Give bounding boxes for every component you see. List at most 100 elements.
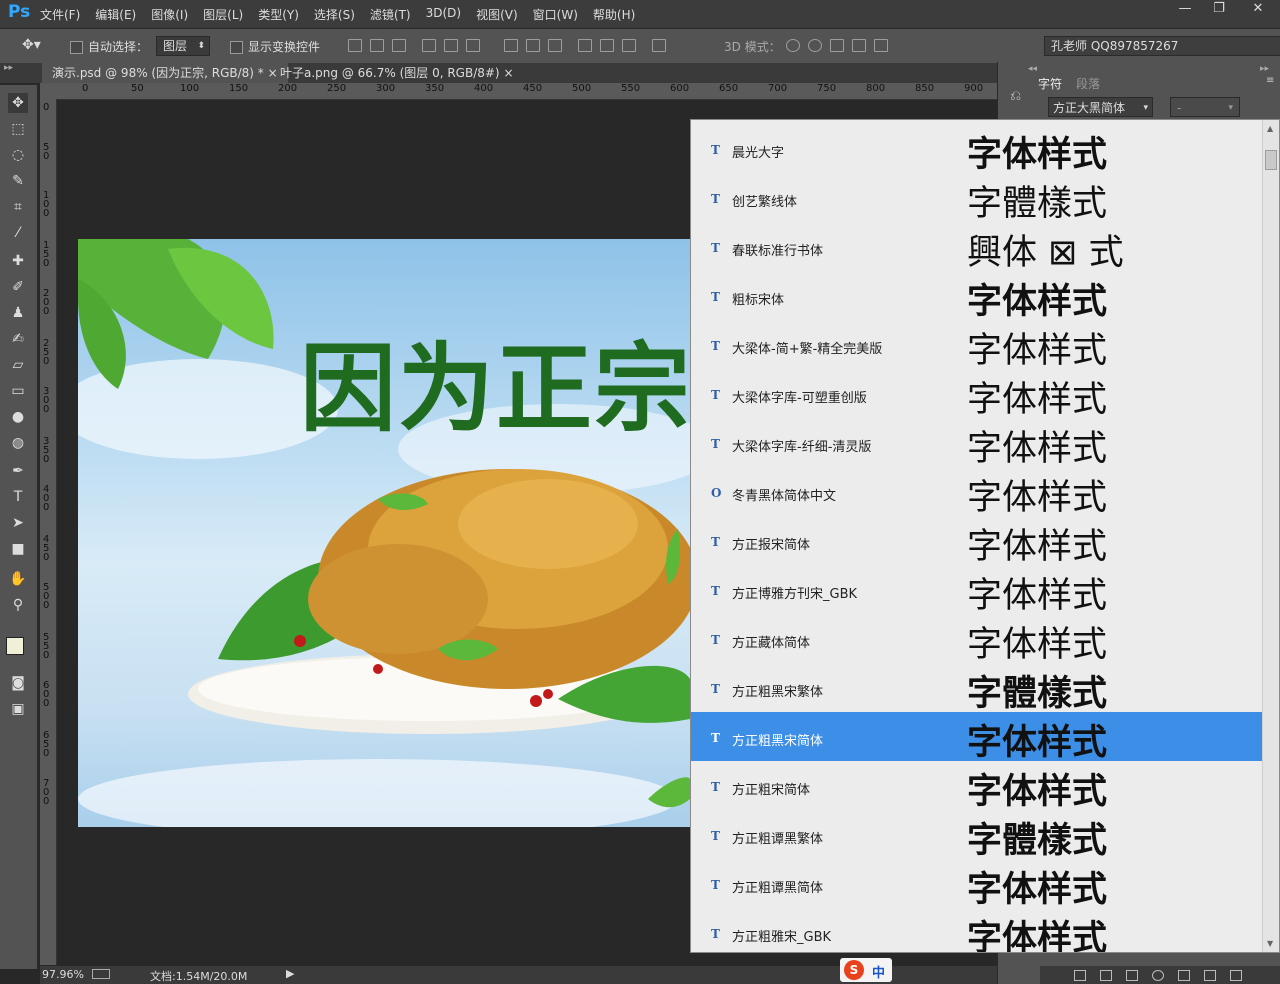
proof-icon[interactable] [92, 969, 110, 979]
restore-button[interactable]: ❐ [1202, 0, 1236, 20]
font-list-item[interactable]: T 方正博雅方刊宋_GBK 字体样式 [691, 565, 1262, 616]
align-right-icon[interactable] [466, 39, 480, 52]
move-tool-icon[interactable]: ✥ [8, 93, 28, 113]
eraser-tool-icon[interactable]: ▱ [8, 355, 28, 375]
foreground-color-swatch[interactable] [6, 637, 24, 655]
align-vcenter-icon[interactable] [370, 39, 384, 52]
font-list-item[interactable]: T 大梁体字库-纤细-清灵版 字体样式 [691, 418, 1262, 469]
crop-tool-icon[interactable]: ⌗ [8, 197, 28, 217]
path-select-tool-icon[interactable]: ➤ [8, 513, 28, 533]
align-bottom-icon[interactable] [392, 39, 406, 52]
minimize-button[interactable]: — [1168, 0, 1202, 20]
screen-mode-icon[interactable]: ▣ [8, 699, 28, 719]
panel-menu-icon[interactable]: ≡ [1266, 75, 1274, 86]
eyedropper-tool-icon[interactable]: ⁄ [8, 223, 28, 243]
menu-filter[interactable]: 滤镜(T) [370, 6, 411, 23]
scrollbar-thumb[interactable] [1265, 150, 1277, 170]
close-button[interactable]: ✕ [1236, 0, 1280, 20]
adjustment-layer-icon[interactable] [1152, 969, 1164, 981]
move-tool-preset-icon[interactable]: ✥▾ [22, 37, 41, 53]
align-top-icon[interactable] [348, 39, 362, 52]
3d-roll-icon[interactable] [808, 39, 822, 52]
font-list-item[interactable]: T 方正粗宋简体 字体样式 [691, 761, 1262, 812]
zoom-tool-icon[interactable]: ⚲ [8, 595, 28, 615]
distribute-right-icon[interactable] [622, 39, 636, 52]
tab-paragraph[interactable]: 段落 [1076, 75, 1100, 92]
tab-demo-psd[interactable]: 演示.psd @ 98% (因为正宗, RGB/8) * × [42, 63, 288, 83]
scroll-down-icon[interactable]: ▼ [1267, 939, 1273, 948]
collapse-panel-icon[interactable]: ◂◂ [1028, 64, 1037, 74]
menu-select[interactable]: 选择(S) [314, 6, 355, 23]
history-icon[interactable]: ⎌ [1010, 88, 1028, 106]
auto-select-checkbox[interactable]: 自动选择： [70, 38, 148, 55]
menu-help[interactable]: 帮助(H) [593, 6, 635, 23]
font-list-item[interactable]: T 方正粗黑宋简体 字体样式 [691, 712, 1262, 763]
collapse-toolbar-icon[interactable]: ▸▸ [0, 63, 42, 83]
font-list-scrollbar[interactable]: ▲ ▼ [1262, 120, 1279, 952]
new-layer-icon[interactable] [1204, 969, 1216, 981]
zoom-level[interactable]: 97.96% [42, 968, 84, 981]
new-group-icon[interactable] [1178, 969, 1190, 981]
quick-mask-icon[interactable]: ◙ [8, 673, 28, 693]
font-list-item[interactable]: T 方正报宋简体 字体样式 [691, 516, 1262, 567]
delete-layer-icon[interactable] [1230, 969, 1242, 981]
menu-3d[interactable]: 3D(D) [426, 6, 461, 23]
align-left-icon[interactable] [422, 39, 436, 52]
document-canvas[interactable]: 因为正宗 [78, 239, 690, 827]
marquee-tool-icon[interactable]: ⬚ [8, 119, 28, 139]
brush-tool-icon[interactable]: ✐ [8, 277, 28, 297]
font-list-item[interactable]: T 大梁体-简+繁-精全完美版 字体样式 [691, 320, 1262, 371]
font-list-item[interactable]: T 方正粗谭黑繁体 字體樣式 [691, 810, 1262, 861]
gradient-tool-icon[interactable]: ▭ [8, 381, 28, 401]
menu-type[interactable]: 类型(Y) [258, 6, 299, 23]
font-list-item[interactable]: T 粗标宋体 字体样式 [691, 271, 1262, 322]
link-layers-icon[interactable] [1074, 969, 1086, 981]
font-style-dropdown[interactable]: - ▾ [1170, 97, 1240, 117]
rectangle-tool-icon[interactable]: ■ [8, 539, 28, 559]
distribute-vcenter-icon[interactable] [526, 39, 540, 52]
ime-indicator[interactable]: S 中 [840, 958, 892, 982]
distribute-hcenter-icon[interactable] [600, 39, 614, 52]
add-mask-icon[interactable] [1126, 969, 1138, 981]
pen-tool-icon[interactable]: ✒ [8, 461, 28, 481]
tab-character[interactable]: 字符 [1038, 75, 1062, 92]
show-transform-checkbox[interactable]: 显示变换控件 [230, 38, 320, 55]
distribute-top-icon[interactable] [504, 39, 518, 52]
menu-file[interactable]: 文件(F) [40, 6, 80, 23]
3d-scale-icon[interactable] [874, 39, 888, 52]
3d-slide-icon[interactable] [852, 39, 866, 52]
font-list-item[interactable]: T 方正粗黑宋繁体 字體樣式 [691, 663, 1262, 714]
auto-select-dropdown[interactable]: 图层 ⬍ [156, 36, 210, 56]
scroll-up-icon[interactable]: ▲ [1267, 124, 1273, 133]
distribute-left-icon[interactable] [578, 39, 592, 52]
font-list-item[interactable]: T 方正粗谭黑简体 字体样式 [691, 859, 1262, 910]
blur-tool-icon[interactable]: ● [8, 407, 28, 427]
healing-brush-tool-icon[interactable]: ✚ [8, 251, 28, 271]
menu-view[interactable]: 视图(V) [476, 6, 518, 23]
distribute-bottom-icon[interactable] [548, 39, 562, 52]
status-menu-arrow-icon[interactable]: ▶ [286, 967, 294, 980]
hand-tool-icon[interactable]: ✋ [8, 569, 28, 589]
font-list-item[interactable]: T 晨光大字 字体样式 [691, 124, 1262, 175]
font-list-item[interactable]: T 创艺繁线体 字體樣式 [691, 173, 1262, 224]
font-family-dropdown[interactable]: 方正大黑简体 ▾ [1048, 97, 1153, 117]
font-list-item[interactable]: O 冬青黑体简体中文 字体样式 [691, 467, 1262, 518]
lasso-tool-icon[interactable]: ◌ [8, 145, 28, 165]
font-list-item[interactable]: T 大梁体字库-可塑重创版 字体样式 [691, 369, 1262, 420]
menu-layer[interactable]: 图层(L) [203, 6, 243, 23]
font-list-item[interactable]: T 方正藏体简体 字体样式 [691, 614, 1262, 665]
expand-panel-icon[interactable]: ▸▸ [1260, 64, 1269, 74]
auto-align-icon[interactable] [652, 39, 666, 52]
menu-edit[interactable]: 编辑(E) [95, 6, 136, 23]
quick-select-tool-icon[interactable]: ✎ [8, 171, 28, 191]
3d-rotate-icon[interactable] [786, 39, 800, 52]
menu-image[interactable]: 图像(I) [151, 6, 188, 23]
layer-style-icon[interactable] [1100, 969, 1112, 981]
font-list-item[interactable]: T 春联标准行书体 興体 ⊠ 式 [691, 222, 1262, 273]
menu-window[interactable]: 窗口(W) [533, 6, 578, 23]
tab-close-icon[interactable]: × [503, 66, 513, 80]
font-list-dropdown[interactable]: T 晨光大字 字体样式 T 创艺繁线体 字體樣式 T 春联标准行书体 興体 ⊠ 式 T 粗标宋体 字体… [690, 119, 1280, 953]
type-tool-icon[interactable]: T [8, 487, 28, 507]
font-list-item[interactable]: T 方正粗雅宋_GBK 字体样式 [691, 908, 1262, 952]
dodge-tool-icon[interactable]: ◍ [8, 433, 28, 453]
